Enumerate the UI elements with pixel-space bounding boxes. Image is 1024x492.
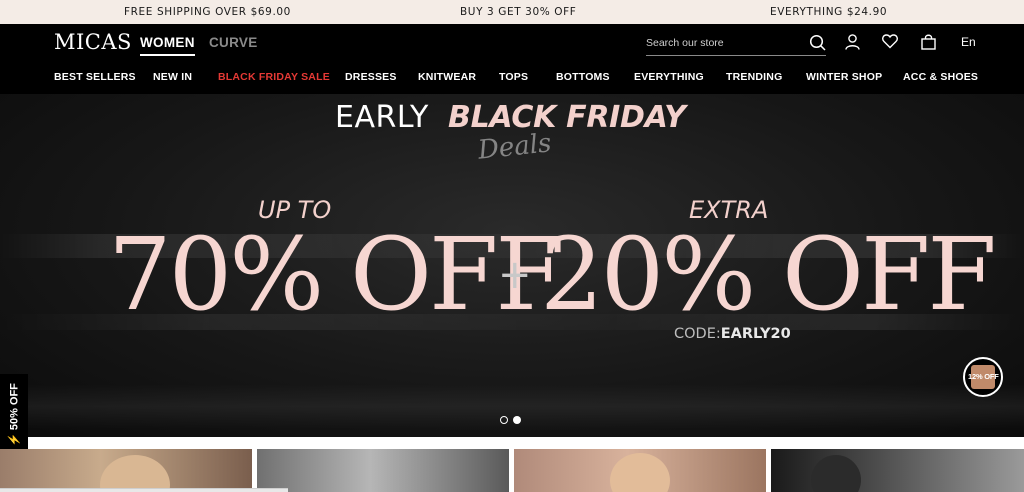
model-image (100, 455, 170, 492)
logo[interactable]: MICAS (54, 30, 132, 54)
promo-code: CODE:EARLY20 (674, 326, 791, 342)
nav-item-bottoms[interactable]: BOTTOMS (556, 71, 610, 83)
hero-title-early: EARLY (335, 100, 429, 135)
light-streak (0, 384, 1024, 429)
site-header: MICAS WOMEN CURVE En BEST SELLERS NEW IN… (0, 24, 1024, 94)
tab-curve[interactable]: CURVE (209, 35, 258, 50)
promo-code-value: EARLY20 (720, 326, 791, 342)
nav-item-trending[interactable]: TRENDING (726, 71, 782, 83)
promo-code-label: CODE: (674, 326, 721, 342)
nav-item-dresses[interactable]: DRESSES (345, 71, 397, 83)
language-selector[interactable]: En (961, 35, 976, 49)
wishlist-heart-icon[interactable] (882, 34, 898, 54)
product-image[interactable] (514, 449, 766, 492)
announcement-buy-3[interactable]: BUY 3 GET 30% OFF (460, 6, 576, 18)
model-image (610, 453, 670, 492)
side-discount-tab[interactable]: ⚡ 50% OFF (0, 374, 28, 456)
hero-plus-sign: + (498, 252, 532, 298)
product-image[interactable] (257, 449, 509, 492)
discount-badge-button[interactable]: 12% OFF (963, 357, 1003, 397)
announcement-everything[interactable]: EVERYTHING $24.90 (770, 6, 887, 18)
discount-badge-label: 12% OFF (968, 372, 999, 381)
nav-item-tops[interactable]: TOPS (499, 71, 528, 83)
search-input[interactable] (646, 34, 796, 52)
hero-banner[interactable]: EARLY BLACK FRIDAY Deals UP TO EXTRA 70%… (0, 94, 1024, 437)
cart-bag-icon[interactable] (921, 34, 936, 55)
nav-item-best-sellers[interactable]: BEST SELLERS (54, 71, 136, 83)
product-strip (0, 449, 1024, 492)
search-bar (646, 32, 826, 56)
side-discount-label: ⚡ 50% OFF (8, 383, 21, 447)
announcement-free-shipping[interactable]: FREE SHIPPING OVER $69.00 (124, 6, 291, 18)
announcement-bar: FREE SHIPPING OVER $69.00 BUY 3 GET 30% … (0, 0, 1024, 24)
model-image (811, 455, 861, 492)
product-image[interactable] (0, 449, 252, 492)
search-icon[interactable] (809, 34, 826, 56)
tab-women[interactable]: WOMEN (140, 35, 195, 56)
nav-item-black-friday-sale[interactable]: BLACK FRIDAY SALE (218, 71, 330, 83)
main-nav: BEST SELLERS NEW IN BLACK FRIDAY SALE DR… (0, 71, 1024, 89)
hero-right-offer: 20% OFF (540, 216, 997, 333)
nav-item-acc-shoes[interactable]: ACC & SHOES (903, 71, 978, 83)
cookie-notice-bar[interactable] (0, 488, 288, 492)
carousel-dot-1[interactable] (500, 416, 508, 424)
nav-item-new-in[interactable]: NEW IN (153, 71, 192, 83)
hero-deals-script: Deals (476, 128, 553, 166)
hero-title-black-friday: BLACK FRIDAY (448, 100, 686, 135)
nav-item-winter-shop[interactable]: WINTER SHOP (806, 71, 882, 83)
nav-item-everything[interactable]: EVERYTHING (634, 71, 704, 83)
carousel-dot-2-active[interactable] (513, 416, 521, 424)
account-icon[interactable] (845, 34, 860, 55)
nav-item-knitwear[interactable]: KNITWEAR (418, 71, 476, 83)
product-image[interactable] (771, 449, 1024, 492)
hero-left-offer: 70% OFF (108, 216, 565, 333)
